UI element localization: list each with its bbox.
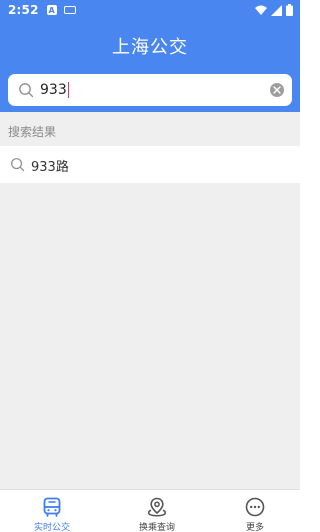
list-item[interactable]: 933路 xyxy=(0,146,300,183)
page-title: 上海公交 xyxy=(112,37,188,58)
tab-realtime-bus[interactable]: 实时公交 xyxy=(12,490,92,532)
a-notification-letter: A xyxy=(48,5,55,15)
cell-signal-icon xyxy=(271,4,282,16)
close-icon xyxy=(273,86,281,94)
app-header: 上海公交 xyxy=(0,20,300,72)
search-results-heading: 搜索结果 xyxy=(8,125,57,139)
tab-transfer-query[interactable]: 换乘查询 xyxy=(117,490,197,532)
a-notification-icon: A xyxy=(46,5,57,15)
search-input-value: 933 xyxy=(40,82,67,98)
transfer-route-icon xyxy=(147,497,167,517)
search-area: 933 xyxy=(0,72,300,112)
status-time: 2:52 xyxy=(8,3,39,17)
app-screen: 2:52 A 上海公交 933 搜索结果 933路 实时公交 换乘查询 更多 xyxy=(0,0,300,532)
bus-icon xyxy=(43,497,61,517)
keyboard-icon xyxy=(63,6,76,14)
clear-icon[interactable] xyxy=(270,83,284,97)
text-caret xyxy=(67,82,70,98)
tab-label: 换乘查询 xyxy=(138,523,175,532)
search-icon xyxy=(19,83,34,98)
search-input[interactable]: 933 xyxy=(40,80,270,100)
status-bar: 2:52 A xyxy=(0,0,300,20)
battery-icon xyxy=(286,4,293,16)
more-icon xyxy=(245,497,265,517)
search-icon xyxy=(11,158,25,172)
status-indicators xyxy=(255,4,293,16)
search-box[interactable]: 933 xyxy=(8,74,292,106)
wifi-icon xyxy=(255,5,267,15)
bottom-nav: 实时公交 换乘查询 更多 xyxy=(0,489,300,532)
list-item-label: 933路 xyxy=(31,160,69,175)
tab-label: 实时公交 xyxy=(33,523,70,532)
tab-label: 更多 xyxy=(245,523,264,532)
tab-more[interactable]: 更多 xyxy=(215,490,295,532)
